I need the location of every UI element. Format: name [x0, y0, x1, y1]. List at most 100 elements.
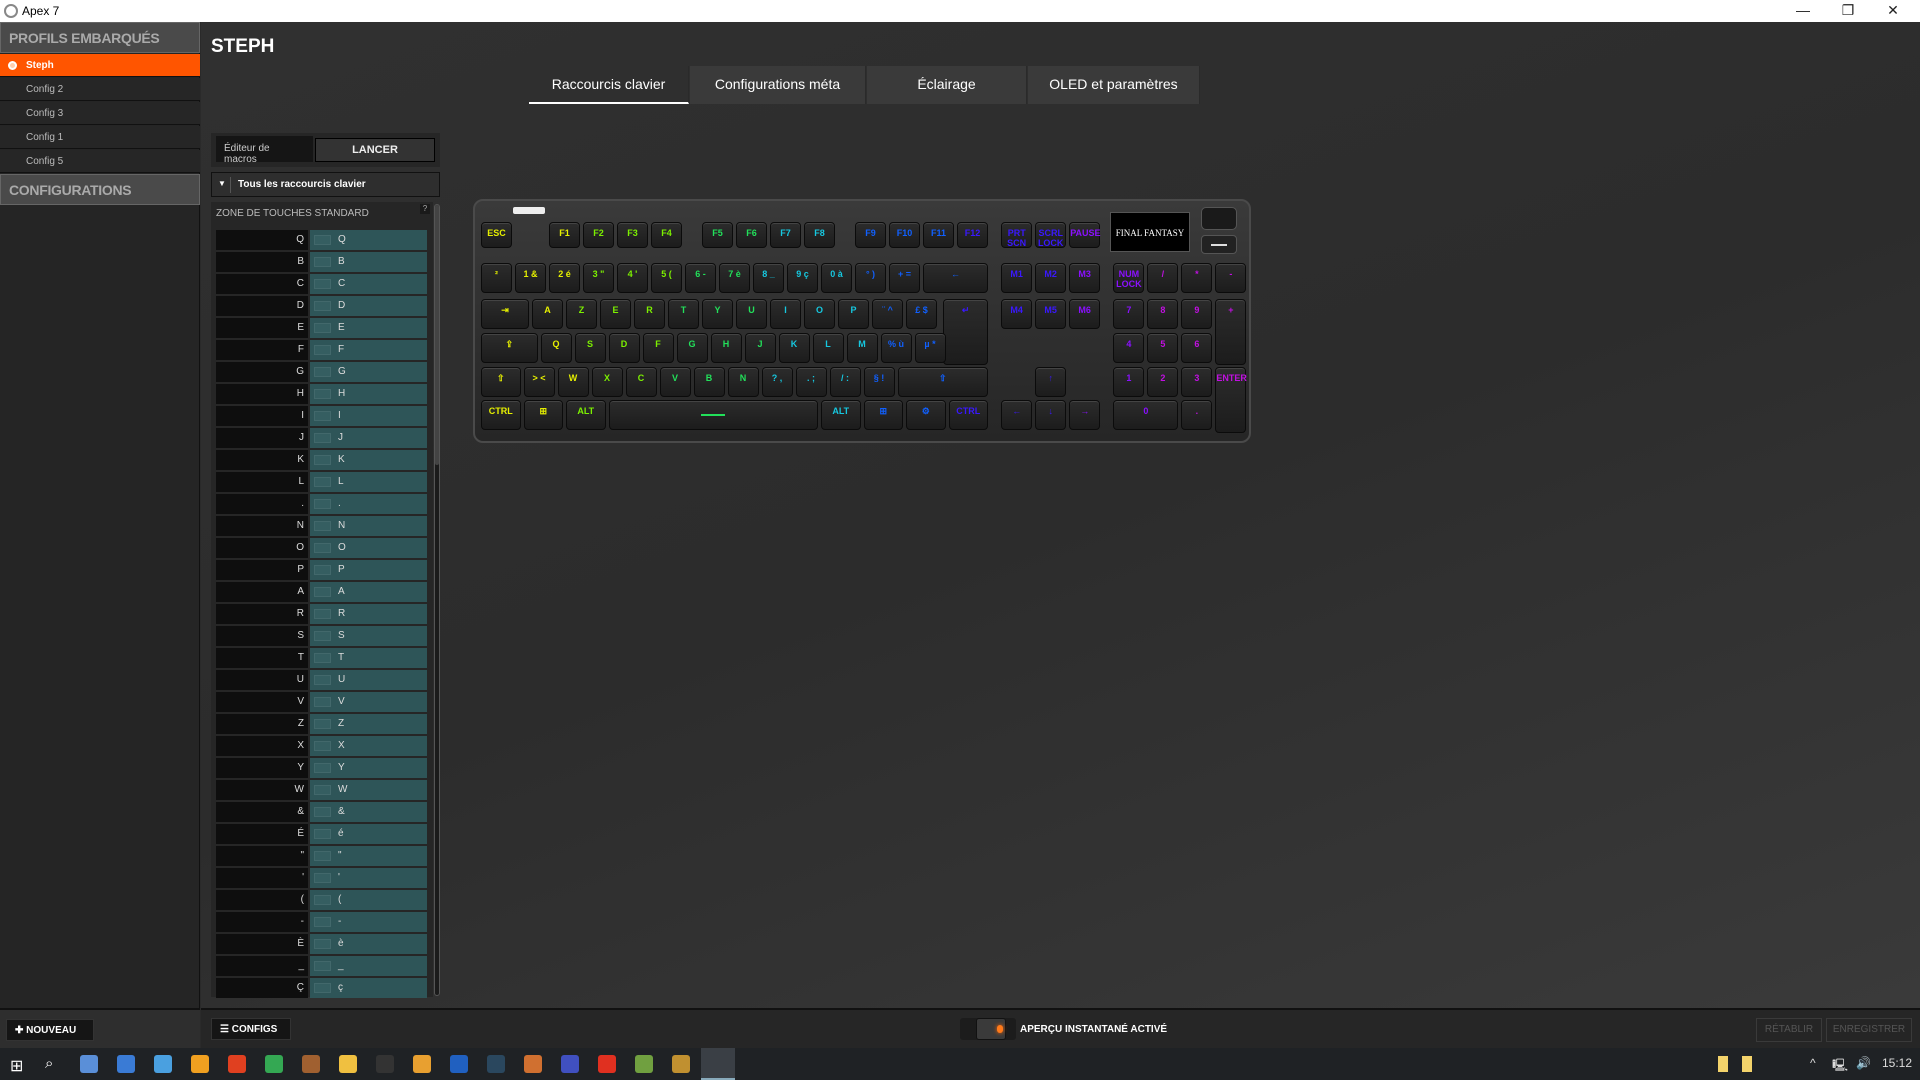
keyboard-key[interactable]: P: [838, 299, 869, 329]
key-assignment[interactable]: H: [310, 384, 427, 404]
keyboard-key[interactable]: ²: [481, 263, 512, 293]
keyboard-key[interactable]: 9 ç: [787, 263, 818, 293]
key-assignment[interactable]: X: [310, 736, 427, 756]
key-binding-row[interactable]: PP: [216, 560, 427, 580]
keyboard-key[interactable]: ALT: [566, 400, 606, 430]
key-binding-row[interactable]: ' ': [216, 868, 427, 888]
keyboard-key[interactable]: E: [600, 299, 631, 329]
keyboard-key[interactable]: 9: [1181, 299, 1213, 329]
keyboard-key[interactable]: ↑: [1035, 367, 1067, 397]
key-assignment[interactable]: Q: [310, 230, 427, 250]
key-binding-row[interactable]: KK: [216, 450, 427, 470]
keyboard-key[interactable]: 5 (: [651, 263, 682, 293]
key-assignment[interactable]: I: [310, 406, 427, 426]
keyboard-key[interactable]: 6: [1181, 333, 1213, 363]
key-binding-row[interactable]: BB: [216, 252, 427, 272]
key-assignment[interactable]: C: [310, 274, 427, 294]
keyboard-key[interactable]: 3 ": [583, 263, 614, 293]
keyboard-key[interactable]: M1: [1001, 263, 1033, 293]
keyboard-key[interactable]: U: [736, 299, 767, 329]
taskbar-app-icon[interactable]: [561, 1055, 579, 1073]
key-binding-row[interactable]: II: [216, 406, 427, 426]
keyboard-key[interactable]: →: [1069, 400, 1101, 430]
key-binding-row[interactable]: FF: [216, 340, 427, 360]
keyboard-key[interactable]: *: [1181, 263, 1213, 293]
taskbar-app-icon[interactable]: [154, 1055, 172, 1073]
launch-button[interactable]: LANCER: [315, 138, 435, 162]
folder-icon[interactable]: [1742, 1056, 1752, 1072]
keyboard-key[interactable]: B: [693, 367, 725, 397]
key-assignment[interactable]: T: [310, 648, 427, 668]
keyboard-key[interactable]: 0 à: [821, 263, 852, 293]
keyboard-key[interactable]: / :: [829, 367, 861, 397]
keyboard-key[interactable]: ° ): [855, 263, 886, 293]
keyboard-key[interactable]: £ $: [906, 299, 937, 329]
taskbar-app-icon[interactable]: [672, 1055, 690, 1073]
keyboard-key[interactable]: -: [1215, 263, 1247, 293]
key-assignment[interactable]: .: [310, 494, 427, 514]
key-assignment[interactable]: é: [310, 824, 427, 844]
keyboard-key[interactable]: + =: [889, 263, 920, 293]
profile-config-1[interactable]: Config 1: [0, 126, 200, 149]
key-assignment[interactable]: ç: [310, 978, 427, 998]
keyboard-key[interactable]: 4: [1113, 333, 1145, 363]
keyboard-key[interactable]: M2: [1035, 263, 1067, 293]
keyboard-key[interactable]: . ;: [795, 367, 827, 397]
key-binding-row[interactable]: HH: [216, 384, 427, 404]
key-binding-row[interactable]: --: [216, 912, 427, 932]
keyboard-key[interactable]: L: [812, 333, 844, 363]
key-assignment[interactable]: Y: [310, 758, 427, 778]
restore-button[interactable]: ❐: [1828, 2, 1868, 19]
tab-eclairage[interactable]: Éclairage: [867, 66, 1027, 104]
keyboard-key[interactable]: V: [659, 367, 691, 397]
keyboard-key[interactable]: M5: [1035, 299, 1067, 329]
keyboard-key[interactable]: 2: [1147, 367, 1179, 397]
key-binding-row[interactable]: NN: [216, 516, 427, 536]
keyboard-key[interactable]: 2 é: [549, 263, 580, 293]
taskbar-app-icon[interactable]: [80, 1055, 98, 1073]
keyboard-key[interactable]: ⚙: [906, 400, 946, 430]
volume-icon[interactable]: 🔊: [1856, 1056, 1871, 1070]
new-button[interactable]: ✚ NOUVEAU: [6, 1019, 94, 1041]
key-binding-row[interactable]: EE: [216, 318, 427, 338]
keyboard-key[interactable]: ENTER: [1215, 367, 1247, 433]
keyboard-key[interactable]: M: [846, 333, 878, 363]
key-binding-row[interactable]: LL: [216, 472, 427, 492]
keyboard-key[interactable]: F2: [583, 222, 614, 248]
save-button[interactable]: ENREGISTRER: [1826, 1018, 1912, 1042]
key-binding-row[interactable]: Èè: [216, 934, 427, 954]
profile-steph[interactable]: Steph: [0, 54, 200, 77]
keyboard-key[interactable]: M3: [1069, 263, 1101, 293]
help-button[interactable]: ?: [420, 204, 430, 214]
keyboard-key[interactable]: F5: [702, 222, 733, 248]
keyboard-key[interactable]: NUM LOCK: [1113, 263, 1145, 293]
keyboard-key[interactable]: Q: [540, 333, 572, 363]
close-button[interactable]: ✕: [1873, 2, 1913, 19]
key-assignment[interactable]: ": [310, 846, 427, 866]
key-binding-row[interactable]: YY: [216, 758, 427, 778]
keyboard-key[interactable]: 8 _: [753, 263, 784, 293]
keyboard-key[interactable]: I: [770, 299, 801, 329]
key-assignment[interactable]: F: [310, 340, 427, 360]
shortcut-filter-dropdown[interactable]: ▼ Tous les raccourcis clavier: [211, 172, 440, 197]
keyboard-key[interactable]: F12: [957, 222, 988, 248]
taskbar-app-icon[interactable]: [450, 1055, 468, 1073]
tab-oled-parametres[interactable]: OLED et paramètres: [1028, 66, 1200, 104]
taskbar-app-icon[interactable]: [302, 1055, 320, 1073]
key-binding-row[interactable]: GG: [216, 362, 427, 382]
key-binding-row[interactable]: RR: [216, 604, 427, 624]
keyboard-key[interactable]: ESC: [481, 222, 512, 248]
key-assignment[interactable]: B: [310, 252, 427, 272]
windows-start-icon[interactable]: ⊞: [10, 1056, 23, 1076]
key-assignment[interactable]: K: [310, 450, 427, 470]
profile-config-5[interactable]: Config 5: [0, 150, 200, 173]
key-assignment[interactable]: G: [310, 362, 427, 382]
keyboard-key[interactable]: 7: [1113, 299, 1145, 329]
keyboard-key[interactable]: F8: [804, 222, 835, 248]
keyboard-key[interactable]: F9: [855, 222, 886, 248]
keyboard-key[interactable]: .: [1181, 400, 1213, 430]
key-assignment[interactable]: R: [310, 604, 427, 624]
key-assignment[interactable]: N: [310, 516, 427, 536]
key-assignment[interactable]: U: [310, 670, 427, 690]
keyboard-key[interactable]: µ *: [914, 333, 946, 363]
